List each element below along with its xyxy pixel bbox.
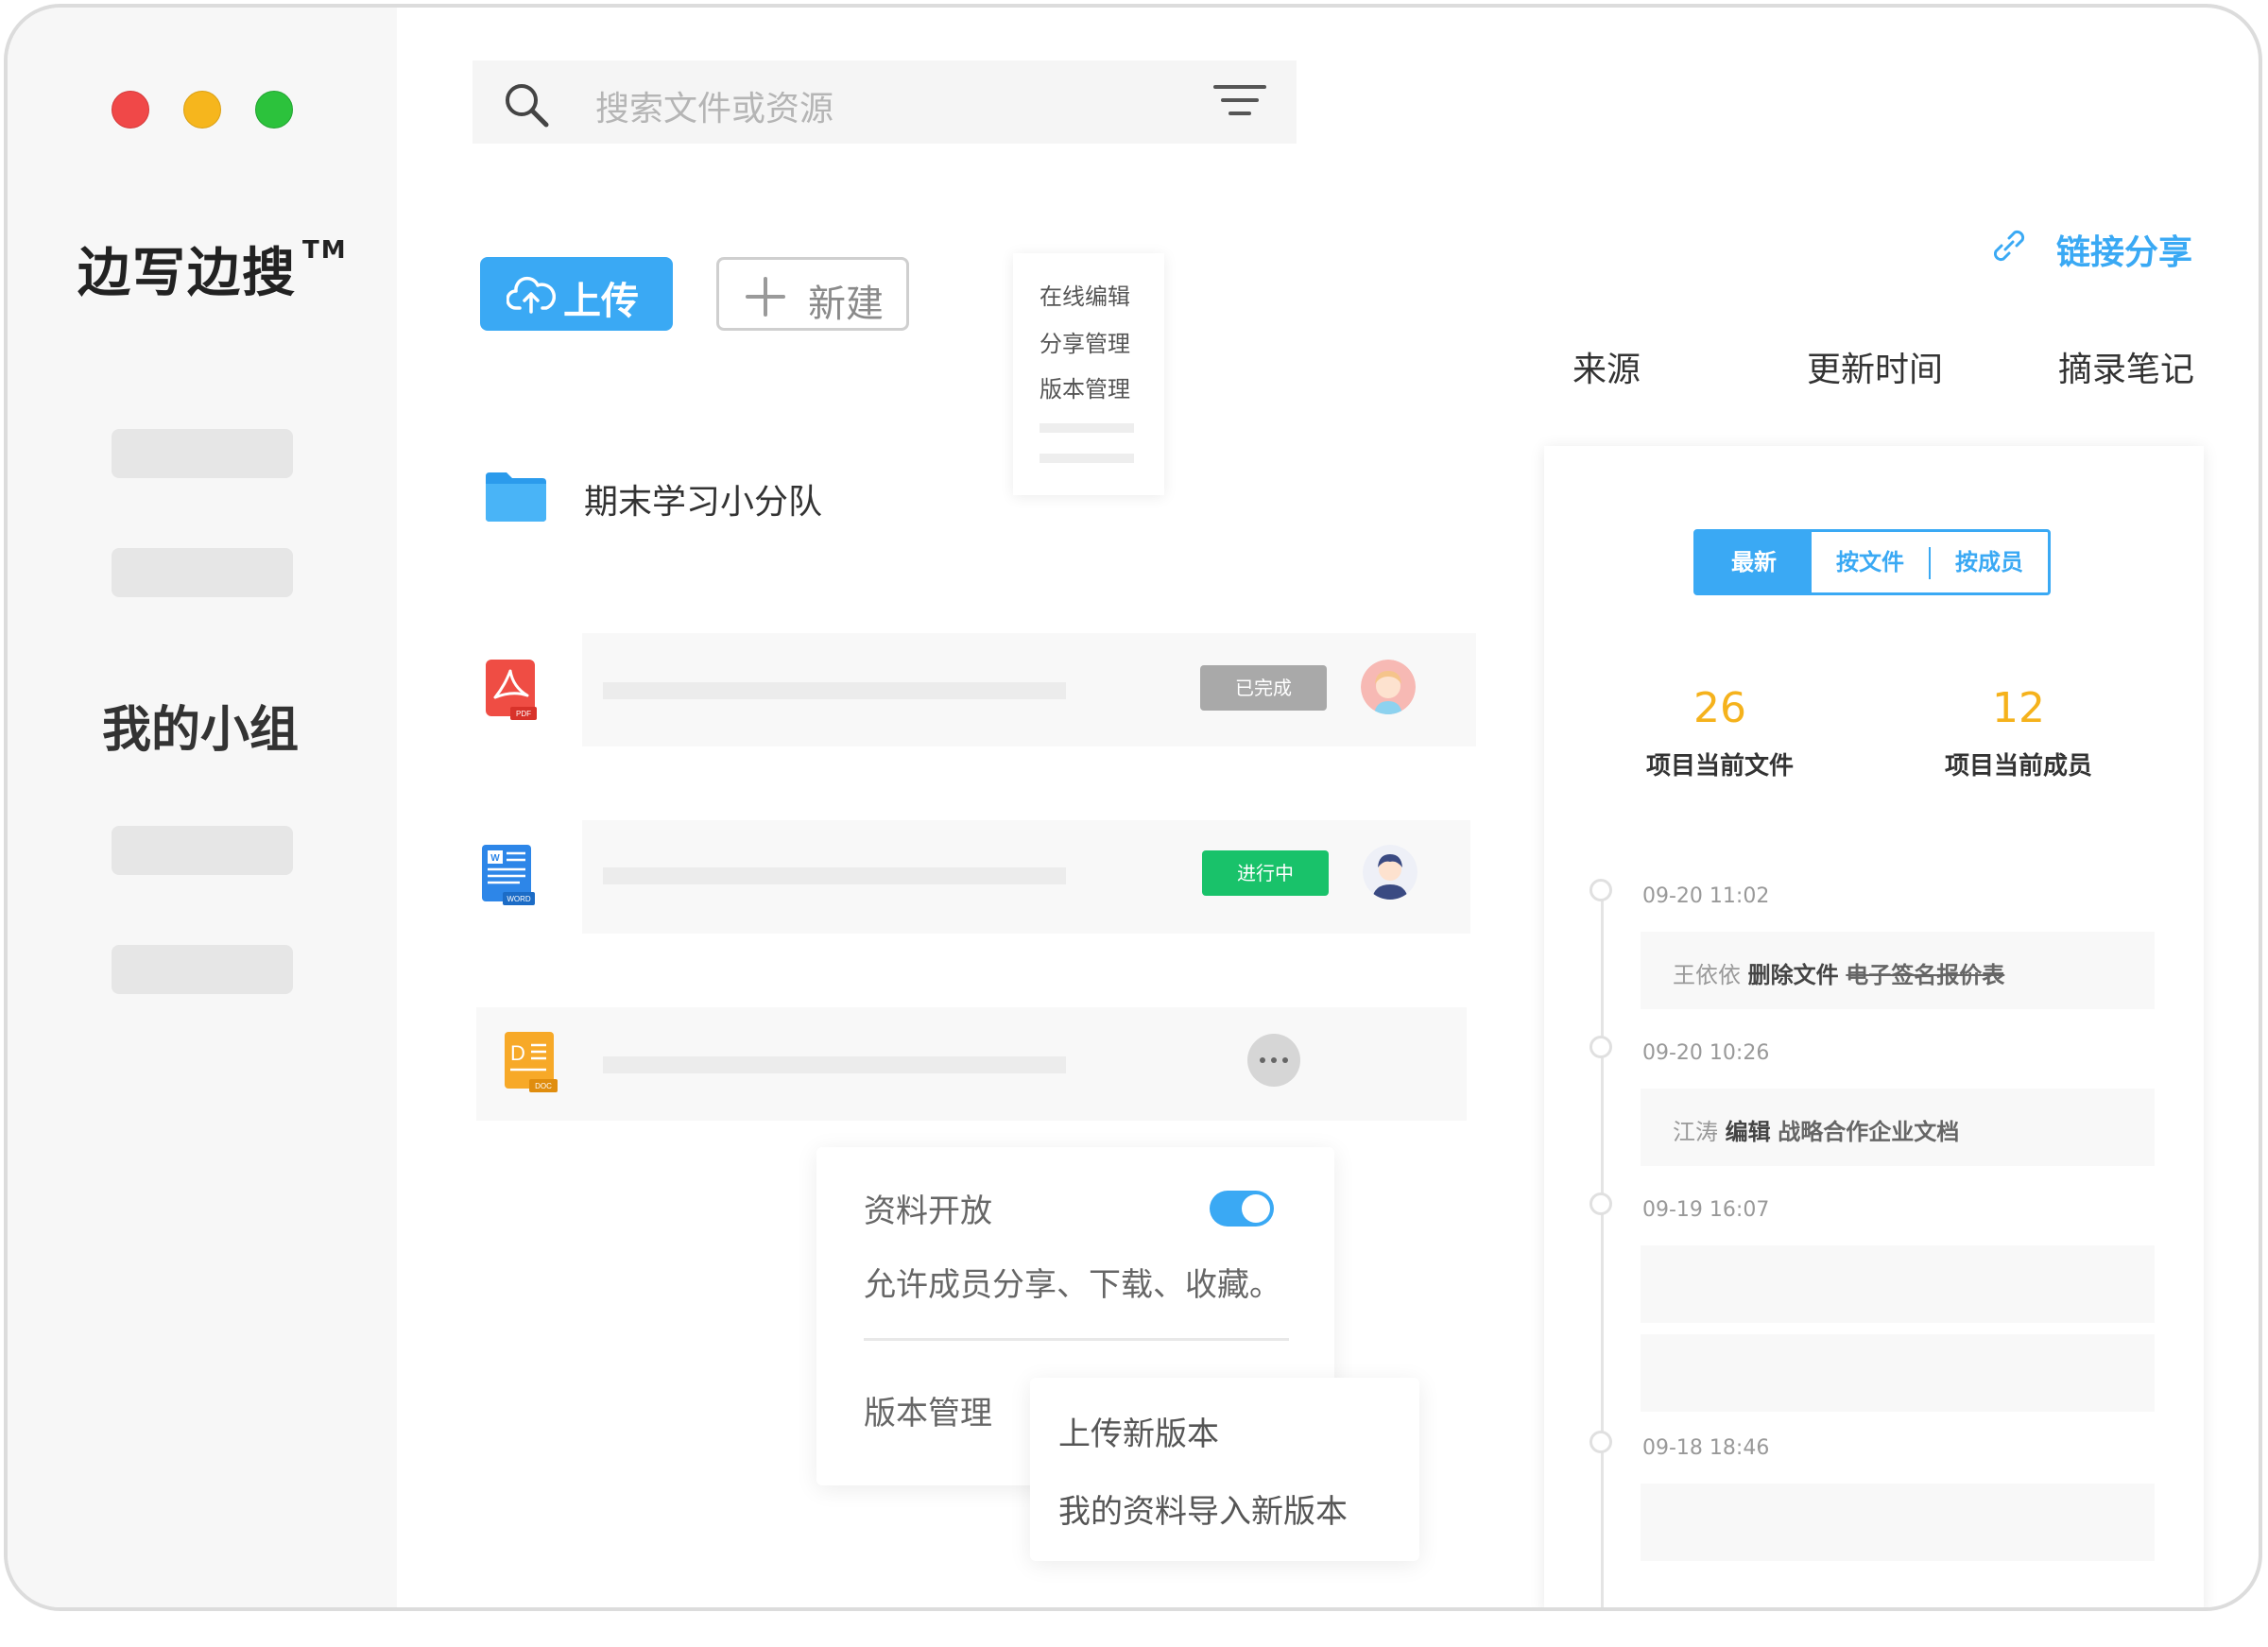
divider <box>864 1338 1289 1341</box>
open-access-description: 允许成员分享、下载、收藏。 <box>864 1266 1281 1304</box>
open-access-toggle[interactable] <box>1210 1191 1274 1227</box>
cloud-upload-icon <box>507 276 556 314</box>
new-button-label: 新建 <box>808 283 884 326</box>
file-name-placeholder <box>603 682 1066 699</box>
timeline-target: 战略合作企业文档 <box>1778 1119 1960 1145</box>
timeline-time: 09-20 10:26 <box>1642 1041 1770 1065</box>
upload-button-label: 上传 <box>563 280 639 323</box>
window-minimize-button[interactable] <box>183 91 221 129</box>
stat-member-label: 项目当前成员 <box>1944 752 2092 781</box>
link-icon <box>1993 230 2025 262</box>
window-maximize-button[interactable] <box>255 91 293 129</box>
timeline-action: 删除文件 <box>1747 962 1839 988</box>
timeline-action: 编辑 <box>1725 1119 1771 1145</box>
file-context-menu: 在线编辑 分享管理 版本管理 <box>1013 253 1164 495</box>
file-name-placeholder <box>603 867 1066 884</box>
column-header-updated[interactable]: 更新时间 <box>1807 342 1943 391</box>
filter-icon[interactable] <box>1213 83 1266 121</box>
word-badge-text: WORD <box>507 895 531 903</box>
search-input[interactable]: 搜索文件或资源 <box>595 81 833 130</box>
sidebar-section-title: 我的小组 <box>102 702 300 759</box>
pdf-badge-text: PDF <box>516 710 531 718</box>
timeline-user: 江涛 <box>1673 1119 1718 1145</box>
brand-logo: 边写边搜 TM <box>77 231 348 307</box>
avatar-male-icon <box>1363 845 1418 900</box>
app-window: 边写边搜 TM 我的小组 搜索文件或资源 上传 新建 在线编辑 分享管理 版本管… <box>4 4 2262 1611</box>
timeline-dot <box>1589 1036 1612 1058</box>
status-badge: 已完成 <box>1200 665 1327 711</box>
plus-icon <box>746 277 785 317</box>
svg-text:W: W <box>490 853 500 864</box>
stat-file-label: 项目当前文件 <box>1645 752 1794 781</box>
stat-file-count: 26 <box>1693 684 1746 732</box>
folder-icon <box>486 472 546 522</box>
timeline-line <box>1601 890 1604 1607</box>
menu-item-share-manage[interactable]: 分享管理 <box>1040 325 1130 358</box>
tab-by-member[interactable]: 按成员 <box>1931 532 2048 592</box>
sidebar-item-placeholder[interactable] <box>112 826 293 875</box>
pdf-file-icon: PDF <box>486 660 537 720</box>
status-badge: 进行中 <box>1202 850 1329 896</box>
search-bar[interactable]: 搜索文件或资源 <box>472 60 1297 144</box>
link-share-label: 链接分享 <box>2056 233 2193 272</box>
avatar-female-icon <box>1361 660 1416 714</box>
timeline-dot <box>1589 879 1612 901</box>
doc-file-icon: D DOC <box>505 1032 558 1092</box>
timeline-entry-placeholder[interactable] <box>1641 1245 2155 1323</box>
timeline-time: 09-20 11:02 <box>1642 884 1770 908</box>
version-manage-item[interactable]: 版本管理 <box>864 1387 992 1433</box>
more-dot-icon <box>1260 1057 1265 1063</box>
word-file-icon: W WORD <box>482 845 535 905</box>
sidebar-item-placeholder[interactable] <box>112 429 293 478</box>
menu-item-import-new-version[interactable]: 我的资料导入新版本 <box>1058 1485 1348 1532</box>
menu-item-online-edit[interactable]: 在线编辑 <box>1040 278 1130 311</box>
stat-member-count: 12 <box>1992 684 2045 732</box>
timeline-entry[interactable]: 王依依 删除文件 电子签名报价表 <box>1641 932 2155 1009</box>
sidebar-item-placeholder[interactable] <box>112 945 293 994</box>
more-dot-icon <box>1282 1057 1288 1063</box>
timeline-user: 王依依 <box>1673 962 1741 988</box>
column-header-notes[interactable]: 摘录笔记 <box>2058 342 2194 391</box>
more-options-button[interactable] <box>1247 1034 1300 1087</box>
sidebar: 边写边搜 TM 我的小组 <box>8 8 397 1607</box>
brand-name: 边写边搜 <box>77 243 297 304</box>
window-close-button[interactable] <box>112 91 149 129</box>
new-button[interactable]: 新建 <box>716 257 909 331</box>
timeline-time: 09-19 16:07 <box>1642 1198 1770 1222</box>
tab-by-file[interactable]: 按文件 <box>1812 532 1929 592</box>
menu-item-version-manage[interactable]: 版本管理 <box>1040 370 1130 403</box>
open-access-label: 资料开放 <box>864 1192 992 1230</box>
timeline-target: 电子签名报价表 <box>1846 962 2005 988</box>
column-header-source[interactable]: 来源 <box>1572 342 1641 391</box>
timeline-dot <box>1589 1192 1612 1215</box>
activity-panel: 最新 按文件 按成员 26 项目当前文件 12 项目当前成员 09-20 11:… <box>1544 446 2204 1607</box>
file-name-placeholder <box>603 1056 1066 1073</box>
toggle-knob <box>1242 1194 1270 1223</box>
timeline-entry-placeholder[interactable] <box>1641 1484 2155 1561</box>
trademark-mark: TM <box>302 236 348 265</box>
timeline-dot <box>1589 1431 1612 1453</box>
search-icon <box>506 84 549 128</box>
avatar[interactable] <box>1363 845 1418 900</box>
doc-badge-text: DOC <box>535 1082 552 1090</box>
activity-filter-tabs: 最新 按文件 按成员 <box>1693 529 2051 595</box>
avatar[interactable] <box>1361 660 1416 714</box>
timeline-entry-placeholder[interactable] <box>1641 1334 2155 1412</box>
tab-latest[interactable]: 最新 <box>1696 532 1812 592</box>
upload-button[interactable]: 上传 <box>480 257 673 331</box>
folder-name[interactable]: 期末学习小分队 <box>584 474 822 523</box>
timeline-entry[interactable]: 江涛 编辑 战略合作企业文档 <box>1641 1089 2155 1166</box>
menu-item-placeholder[interactable] <box>1040 423 1134 433</box>
menu-item-upload-new-version[interactable]: 上传新版本 <box>1058 1408 1219 1454</box>
more-dot-icon <box>1271 1057 1277 1063</box>
timeline-time: 09-18 18:46 <box>1642 1436 1770 1460</box>
menu-item-placeholder[interactable] <box>1040 454 1134 463</box>
svg-text:D: D <box>510 1041 525 1065</box>
version-submenu: 上传新版本 我的资料导入新版本 <box>1030 1378 1419 1561</box>
sidebar-item-placeholder[interactable] <box>112 548 293 597</box>
